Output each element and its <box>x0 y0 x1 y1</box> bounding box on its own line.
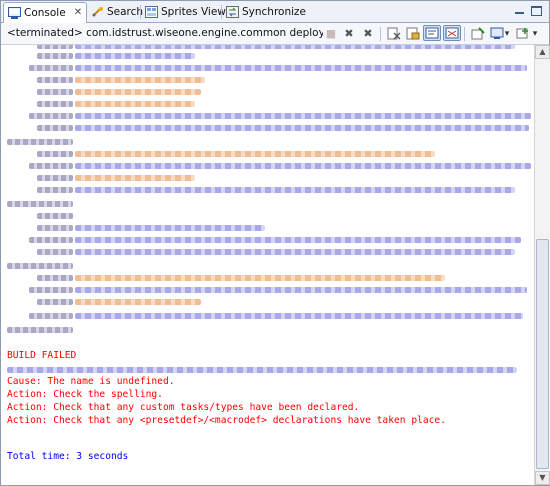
error-action-line: Action: Check the spelling. <box>7 389 163 400</box>
scroll-lock-icon <box>406 27 420 40</box>
blurred-line <box>7 263 73 269</box>
blurred-line <box>75 77 205 83</box>
synchronize-icon <box>226 6 239 18</box>
tab-search[interactable]: Search <box>87 3 147 21</box>
blurred-line <box>37 299 73 305</box>
blurred-line <box>37 77 73 83</box>
blurred-line <box>75 45 515 49</box>
error-action-line: Action: Check that any custom tasks/type… <box>7 402 360 413</box>
blurred-line <box>75 237 521 243</box>
total-time-line: Total time: 3 seconds <box>7 451 129 462</box>
clear-console-button[interactable] <box>386 26 402 41</box>
blurred-line <box>37 225 73 231</box>
scroll-down-arrow-icon[interactable]: ▼ <box>535 471 550 485</box>
blurred-line <box>75 175 195 181</box>
blurred-line <box>37 53 73 59</box>
blurred-line <box>75 125 529 131</box>
close-icon[interactable]: ✕ <box>74 4 82 22</box>
toolbar-separator <box>464 27 465 41</box>
remove-launch-button[interactable]: ✖ <box>341 26 357 41</box>
terminate-button[interactable]: ■ <box>323 26 339 41</box>
blurred-error-line <box>7 367 517 373</box>
blurred-line <box>75 163 531 169</box>
blurred-line <box>37 101 73 107</box>
tab-console[interactable]: Console ✕ <box>3 2 88 23</box>
open-console-dropdown[interactable]: ▾ <box>531 26 539 41</box>
blurred-line <box>75 313 523 319</box>
sprites-viewer-icon <box>145 6 158 18</box>
blurred-line <box>75 225 265 231</box>
scroll-up-arrow-icon[interactable]: ▲ <box>535 45 550 59</box>
show-console-icon <box>445 27 459 39</box>
blurred-line <box>29 313 73 319</box>
console-toolbar: <terminated> com.idstrust.wiseone.engine… <box>1 23 549 45</box>
blurred-line <box>37 45 73 49</box>
blurred-line <box>37 187 73 193</box>
open-console-button[interactable] <box>515 26 531 41</box>
maximize-view-icon[interactable] <box>531 6 542 16</box>
blurred-line <box>75 53 195 59</box>
error-action-line: Action: Check that any <presetdef>/<macr… <box>7 415 446 426</box>
console-output[interactable]: BUILD FAILED Cause: The name is undefine… <box>1 45 533 485</box>
vertical-scrollbar[interactable]: ▲ ▼ <box>534 45 550 485</box>
remove-all-launches-button[interactable]: ✖ <box>360 26 376 41</box>
tab-console-label: Console <box>24 7 66 19</box>
minimize-view-icon[interactable] <box>514 6 526 16</box>
pin-console-button[interactable] <box>470 26 486 41</box>
show-console-toggle[interactable] <box>443 25 461 41</box>
blurred-line <box>75 151 435 157</box>
blurred-line <box>29 113 73 119</box>
blurred-line <box>75 113 531 119</box>
pin-console-icon <box>471 27 485 40</box>
scrollbar-thumb[interactable] <box>536 239 549 469</box>
blurred-line <box>75 299 201 305</box>
scroll-lock-button[interactable] <box>405 26 421 41</box>
blurred-line <box>75 101 195 107</box>
blurred-line <box>75 187 515 193</box>
console-process-title: <terminated> com.idstrust.wiseone.engine… <box>7 27 323 39</box>
blurred-line <box>37 125 73 131</box>
blurred-line <box>37 275 73 281</box>
blurred-line <box>29 163 73 169</box>
error-cause-line: Cause: The name is undefined. <box>7 376 175 387</box>
word-wrap-toggle[interactable] <box>423 25 441 41</box>
blurred-line <box>75 65 527 71</box>
clear-console-icon <box>387 27 401 40</box>
tab-synchronize[interactable]: Synchronize <box>222 3 310 21</box>
blurred-line <box>37 175 73 181</box>
blurred-line <box>37 213 73 219</box>
console-view-window: Console ✕ Search Sprites Viewer Synchron… <box>0 0 550 486</box>
tab-synchronize-label: Synchronize <box>242 6 307 18</box>
view-tab-bar: Console ✕ Search Sprites Viewer Synchron… <box>1 1 549 23</box>
build-failed-line: BUILD FAILED <box>7 350 77 361</box>
blurred-line <box>7 139 73 145</box>
console-icon <box>8 7 21 19</box>
blurred-line <box>29 65 73 71</box>
blurred-line <box>29 287 73 293</box>
blurred-line <box>37 249 73 255</box>
blurred-line <box>37 151 73 157</box>
blurred-line <box>75 287 527 293</box>
blurred-line <box>7 201 73 207</box>
blurred-line <box>75 275 445 281</box>
display-console-dropdown[interactable]: ▾ <box>503 26 511 41</box>
display-console-icon <box>490 27 504 39</box>
blurred-line <box>29 237 73 243</box>
word-wrap-icon <box>425 27 439 39</box>
toolbar-separator <box>380 27 381 41</box>
blurred-line <box>75 89 201 95</box>
search-icon <box>92 7 103 17</box>
tab-search-label: Search <box>107 6 144 18</box>
blurred-line <box>37 89 73 95</box>
blurred-output-lines <box>1 45 533 345</box>
blurred-line <box>75 249 515 255</box>
blurred-line <box>7 327 73 333</box>
open-console-icon <box>516 28 528 39</box>
